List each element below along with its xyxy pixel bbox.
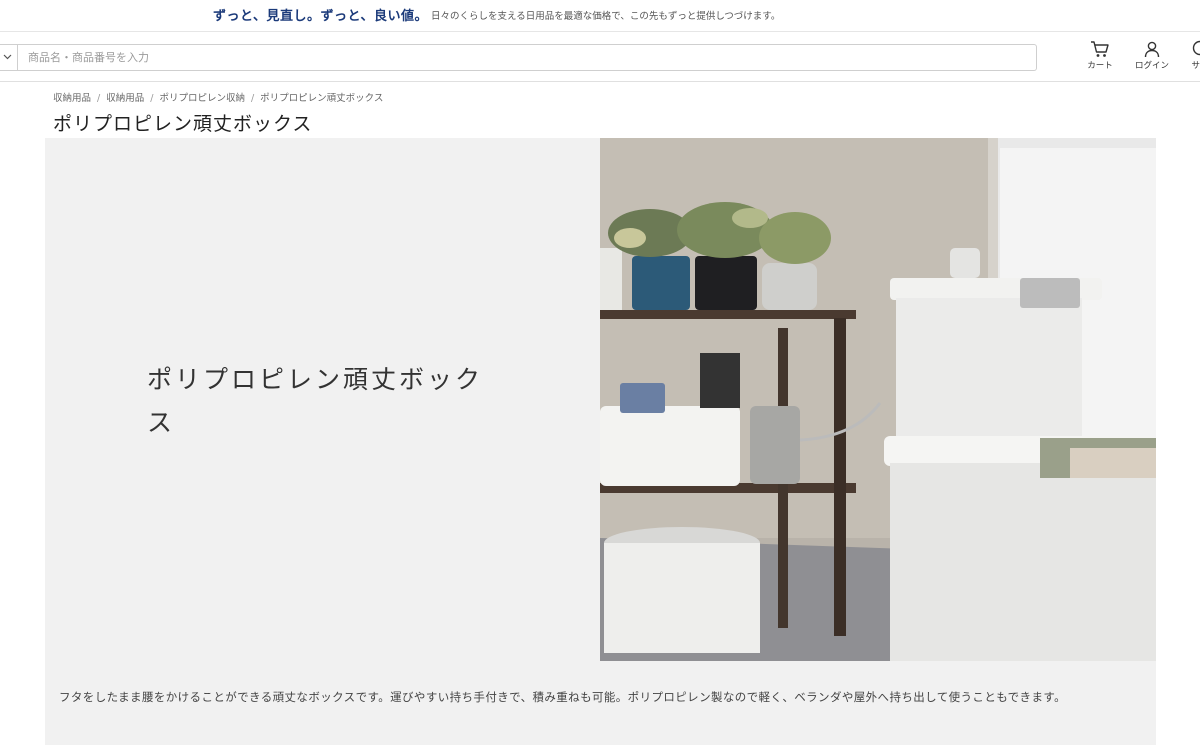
search-input[interactable]	[19, 45, 1029, 70]
breadcrumb-separator: /	[97, 93, 101, 104]
chevron-down-icon	[3, 54, 12, 60]
support-label: サポ	[1191, 61, 1200, 71]
banner-subtext: 日々のくらしを支える日用品を最適な価格で、この先もずっと提供しつづけます。	[431, 11, 781, 22]
site-header: カート ログイン サポ	[0, 32, 1200, 82]
cart-label: カート	[1087, 61, 1113, 71]
breadcrumb-item-current[interactable]: ポリプロピレン頑丈ボックス	[260, 93, 383, 104]
login-label: ログイン	[1134, 61, 1169, 71]
top-banner: ずっと、見直し。ずっと、良い値。 日々のくらしを支える日用品を最適な価格で、この…	[0, 0, 1200, 32]
breadcrumb-item[interactable]: ポリプロピレン収納	[159, 93, 245, 104]
support-button[interactable]: サポ	[1183, 40, 1200, 71]
page-title: ポリプロピレン頑丈ボックス	[53, 113, 313, 135]
banner-slogan: ずっと、見直し。ずっと、良い値。	[213, 9, 428, 24]
breadcrumb-item[interactable]: 収納用品	[53, 93, 91, 104]
support-icon	[1192, 40, 1200, 56]
hero-description: フタをしたまま腰をかけることができる頑丈なボックスです。運びやすい持ち手付きで、…	[59, 690, 1067, 704]
hero-section: ポリプロピレン頑丈ボックス フタをしたまま腰をかけることができる頑丈なボックスで…	[45, 138, 1156, 745]
hero-photo	[600, 138, 1156, 661]
search-bar	[0, 44, 1037, 71]
user-icon	[1144, 41, 1160, 58]
cart-button[interactable]: カート	[1083, 40, 1117, 71]
login-button[interactable]: ログイン	[1130, 40, 1174, 71]
breadcrumb-separator: /	[150, 93, 154, 104]
cart-icon	[1091, 41, 1109, 57]
breadcrumb-separator: /	[250, 93, 255, 104]
breadcrumb-item[interactable]: 収納用品	[106, 93, 144, 104]
hero-heading: ポリプロピレン頑丈ボックス	[147, 365, 484, 437]
breadcrumb: 収納用品 / 収納用品 / ポリプロピレン収納 / ポリプロピレン頑丈ボックス	[53, 90, 383, 104]
category-dropdown[interactable]	[0, 45, 18, 70]
